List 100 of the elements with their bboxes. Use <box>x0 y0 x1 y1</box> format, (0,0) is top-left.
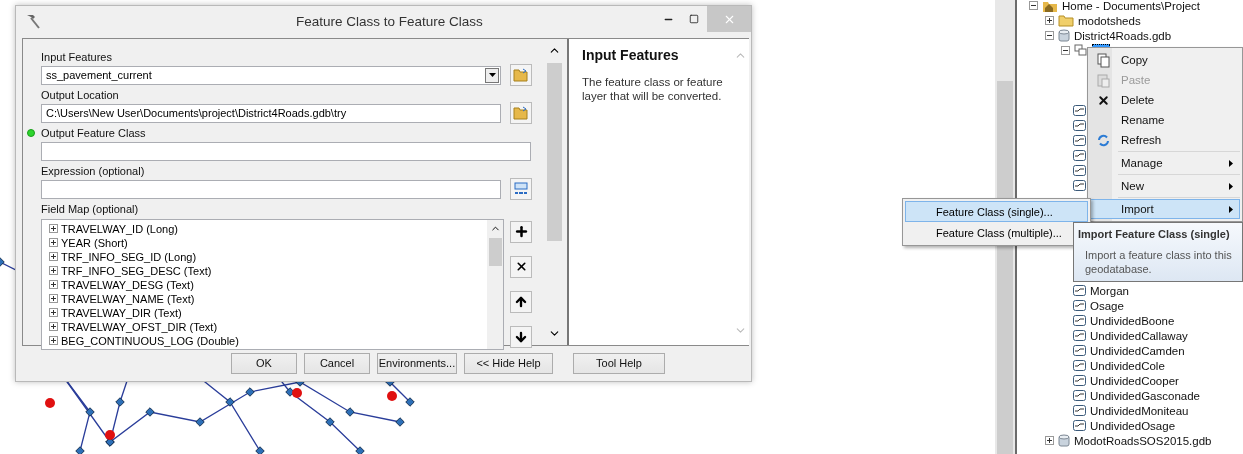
collapse-icon[interactable] <box>1045 31 1054 40</box>
input-field[interactable]: C:\Users\New User\Documents\project\District4Roads.gdb\try <box>41 103 501 123</box>
expand-icon[interactable] <box>1045 436 1054 445</box>
line-feature-icon <box>1073 405 1086 416</box>
expand-icon[interactable] <box>49 308 58 318</box>
menu-item[interactable]: Rename <box>1090 110 1240 130</box>
point-marker <box>105 430 115 440</box>
database-icon <box>1058 434 1070 447</box>
expand-icon[interactable] <box>49 238 58 248</box>
line-feature-icon <box>1073 120 1086 131</box>
field-label: Expression (optional) <box>41 163 145 178</box>
expand-icon[interactable] <box>49 266 58 276</box>
tooltip-title: Import Feature Class (single) <box>1078 228 1231 240</box>
scrollbar-thumb[interactable] <box>546 62 562 241</box>
line-feature-icon <box>1073 375 1086 386</box>
road-node-marker <box>285 387 295 397</box>
tree-item[interactable]: Home - Documents\Project <box>1062 0 1201 12</box>
tree-item[interactable]: UndividedGasconade <box>1090 389 1200 402</box>
line-feature-icon <box>1073 390 1086 401</box>
line-feature-icon <box>1073 135 1086 146</box>
tree-item[interactable]: UndividedCamden <box>1090 344 1185 357</box>
move-up-button[interactable] <box>510 290 532 313</box>
folder-icon <box>513 68 529 83</box>
expand-icon[interactable] <box>49 322 58 332</box>
window-title: Feature Class to Feature Class <box>296 14 483 29</box>
line-feature-icon <box>1073 105 1086 116</box>
database-icon <box>1058 29 1070 42</box>
dataset-icon <box>1074 44 1088 57</box>
move-down-button[interactable] <box>510 325 532 348</box>
field-item[interactable]: TRAVELWAY_NAME (Text) <box>61 292 195 305</box>
dialog-button[interactable]: Cancel <box>304 352 370 374</box>
road-node-marker <box>85 407 95 417</box>
expand-icon[interactable] <box>49 252 58 262</box>
menu-item[interactable]: Delete <box>1090 90 1240 110</box>
tree-item[interactable]: modotsheds <box>1078 14 1141 27</box>
line-feature-icon <box>1073 345 1086 356</box>
field-item[interactable]: TRAVELWAY_DIR (Text) <box>61 306 182 319</box>
menu-item[interactable]: Manage <box>1090 153 1240 173</box>
menu-item[interactable]: Refresh <box>1090 130 1240 150</box>
input-field[interactable] <box>41 141 531 161</box>
dialog-button[interactable]: Environments... <box>377 352 457 374</box>
tree-item[interactable]: UndividedOsage <box>1090 419 1176 432</box>
tree-item[interactable]: ModotRoadsSOS2015.gdb <box>1074 434 1212 447</box>
menu-item[interactable]: New <box>1090 176 1240 196</box>
field-item[interactable]: TRF_INFO_SEG_ID (Long) <box>61 250 197 263</box>
menu-item[interactable]: Feature Class (single)... <box>905 201 1088 222</box>
field-map-list[interactable]: TRAVELWAY_ID (Long) YEAR (Short) TRF_INFO_SEG_ID (Long) TRF_INFO_SEG_DESC (Text) TRAVELWAY_DESG (Text) TRAVELWAY_NAME (Text) TRAVELWAY_DIR (Text) TRAVELWAY_OFST_DIR (Text) BEG_CONTINUOUS_LOG (Double) <box>41 218 504 350</box>
scrollbar-thumb[interactable] <box>488 237 502 266</box>
field-item[interactable]: BEG_CONTINUOUS_LOG (Double) <box>61 334 239 347</box>
tree-item[interactable]: UndividedCooper <box>1090 374 1179 387</box>
road-node-marker <box>0 257 5 267</box>
tree-item[interactable]: Morgan <box>1090 284 1129 297</box>
collapse-icon[interactable] <box>1061 46 1070 55</box>
road-node-marker <box>325 417 335 427</box>
tooltip-text: Import a feature class into this geodatabase. <box>1084 248 1233 276</box>
line-feature-icon <box>1073 165 1086 176</box>
input-field[interactable] <box>41 179 501 199</box>
field-item[interactable]: TRF_INFO_SEG_DESC (Text) <box>61 264 212 277</box>
dropdown-field[interactable]: ss_pavement_current <box>41 65 501 85</box>
tree-item[interactable]: UndividedMoniteau <box>1090 404 1189 417</box>
tree-item[interactable]: Osage <box>1090 299 1124 312</box>
tool-help-button[interactable]: Tool Help <box>573 352 665 374</box>
field-label: Output Location <box>41 87 119 102</box>
menu-item[interactable]: Import <box>1090 199 1240 219</box>
field-label: Field Map (optional) <box>41 201 140 216</box>
dialog-button[interactable]: << Hide Help <box>464 352 553 374</box>
expand-icon[interactable] <box>49 336 58 346</box>
point-marker <box>292 388 302 398</box>
add-button[interactable] <box>510 220 532 243</box>
point-marker <box>387 391 397 401</box>
menu-item[interactable]: Copy <box>1090 50 1240 70</box>
expand-icon[interactable] <box>49 280 58 290</box>
field-item[interactable]: TRAVELWAY_DESG (Text) <box>61 278 194 291</box>
road-node-marker <box>345 407 355 417</box>
tree-item[interactable]: District4Roads.gdb <box>1074 29 1172 42</box>
paste-icon <box>1096 72 1110 88</box>
field-label: Input Features <box>41 49 112 64</box>
browse-button[interactable] <box>510 64 532 87</box>
maximize-icon <box>689 14 699 24</box>
road-node-marker <box>405 397 415 407</box>
field-item[interactable]: TRAVELWAY_OFST_DIR (Text) <box>61 320 218 333</box>
dialog-button[interactable]: OK <box>231 352 297 374</box>
expand-icon[interactable] <box>49 224 58 234</box>
tree-item[interactable]: UndividedCallaway <box>1090 329 1188 342</box>
sql-button[interactable] <box>510 178 532 201</box>
line-feature-icon <box>1073 285 1086 296</box>
field-item[interactable]: YEAR (Short) <box>61 236 128 249</box>
collapse-icon[interactable] <box>1029 1 1038 10</box>
tree-item[interactable]: UndividedCole <box>1090 359 1165 372</box>
line-feature-icon <box>1073 300 1086 311</box>
x-icon <box>514 260 528 274</box>
road-node-marker <box>245 387 255 397</box>
tree-item[interactable]: UndividedBoone <box>1090 314 1175 327</box>
expand-icon[interactable] <box>49 294 58 304</box>
road-node-marker <box>355 446 365 454</box>
browse-button[interactable] <box>510 102 532 125</box>
remove-button[interactable] <box>510 255 532 278</box>
road-node-marker <box>255 446 265 454</box>
field-item[interactable]: TRAVELWAY_ID (Long) <box>61 222 178 235</box>
expand-icon[interactable] <box>1045 16 1054 25</box>
